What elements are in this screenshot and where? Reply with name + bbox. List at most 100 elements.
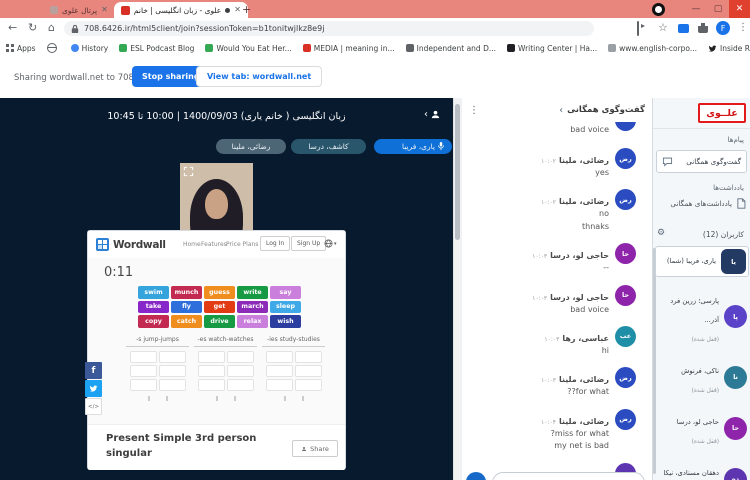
profile-avatar[interactable]: F bbox=[716, 21, 730, 35]
language-globe-icon[interactable]: ▾ bbox=[324, 239, 337, 248]
signup-button[interactable]: Sign Up bbox=[291, 236, 327, 251]
answer-slot[interactable] bbox=[129, 365, 157, 377]
nav-price-plans[interactable]: Price Plans bbox=[226, 241, 258, 248]
answer-slot[interactable] bbox=[294, 365, 322, 377]
bookmark-item[interactable]: Independent and D... bbox=[405, 44, 496, 53]
word-chip[interactable]: sleep bbox=[270, 300, 301, 313]
nav-features[interactable]: Features bbox=[201, 241, 227, 248]
talker-pill-active[interactable]: یاری، فریبا bbox=[374, 139, 452, 154]
embed-code-icon[interactable]: </> bbox=[85, 398, 102, 415]
word-chip[interactable]: catch bbox=[171, 315, 202, 328]
back-icon[interactable]: ← bbox=[8, 22, 17, 33]
webcam-fullscreen-icon[interactable] bbox=[183, 166, 194, 177]
avatar: حا bbox=[615, 243, 636, 265]
bookmark-item[interactable]: Inside Rea... bbox=[708, 44, 750, 53]
answer-slot[interactable] bbox=[129, 351, 157, 363]
talker-pill[interactable]: رضائی، ملینا bbox=[216, 139, 286, 154]
close-tab-icon[interactable]: ✕ bbox=[101, 6, 108, 14]
tab-class-active[interactable]: علوی - زبان انگلیسی | خانم یار ✕ bbox=[114, 2, 248, 18]
nav-home[interactable]: Home bbox=[183, 241, 201, 248]
answer-slot[interactable] bbox=[265, 379, 293, 391]
word-chip[interactable]: say bbox=[270, 286, 301, 299]
chat-scrollbar-thumb[interactable] bbox=[455, 104, 460, 240]
view-tab-button[interactable]: View tab: wordwall.net bbox=[196, 66, 323, 87]
answer-slot[interactable] bbox=[197, 365, 225, 377]
answer-slot[interactable] bbox=[226, 351, 254, 363]
message-text: hi bbox=[601, 345, 609, 355]
answer-slot[interactable] bbox=[226, 365, 254, 377]
user-row[interactable]: حا حاجی لو، درسا (قفل شده) bbox=[655, 407, 749, 449]
users-settings-gear-icon[interactable]: ⚙ bbox=[657, 228, 665, 238]
user-row[interactable]: پا پارسی؛ زرین فرد آذر... (قفل شده) bbox=[655, 286, 749, 347]
answer-slot[interactable] bbox=[158, 351, 186, 363]
minimize-button[interactable]: — bbox=[685, 0, 707, 18]
word-chip[interactable]: swim bbox=[138, 286, 169, 299]
home-icon[interactable]: ⌂ bbox=[48, 22, 55, 33]
answer-slot[interactable] bbox=[158, 365, 186, 377]
tab-share-icon[interactable] bbox=[678, 24, 689, 33]
answer-slot[interactable] bbox=[158, 379, 186, 391]
chat-message-input[interactable] bbox=[492, 472, 645, 480]
tab-media-indicator-icon bbox=[225, 7, 231, 13]
answer-slot[interactable] bbox=[265, 365, 293, 377]
new-tab-button[interactable]: + bbox=[242, 3, 251, 16]
bookmark-apps[interactable]: Apps bbox=[6, 44, 36, 53]
tab-portal[interactable]: پرتال علوی ✕ bbox=[44, 2, 114, 18]
close-tab-icon[interactable]: ✕ bbox=[234, 6, 241, 14]
address-bar[interactable]: 708.6426.ir/html5client/join?sessionToke… bbox=[64, 21, 594, 36]
bookmarks-bar: Apps History ESL Podcast Blog Would You … bbox=[0, 39, 750, 58]
word-chip[interactable]: march bbox=[237, 300, 268, 313]
word-chip[interactable]: take bbox=[138, 300, 169, 313]
word-chip[interactable]: write bbox=[237, 286, 268, 299]
wordwall-logo[interactable]: Wordwall bbox=[96, 238, 166, 251]
sidebar-item-public-chat[interactable]: گفت‌وگوی همگانی bbox=[656, 150, 747, 173]
toggle-userlist-icon[interactable]: ‹ bbox=[424, 109, 441, 120]
refresh-icon[interactable]: ↻ bbox=[28, 22, 37, 33]
site-icon bbox=[302, 44, 311, 52]
bookmark-item[interactable]: Would You Eat Her... bbox=[205, 44, 292, 53]
word-chip[interactable]: fly bbox=[171, 300, 202, 313]
word-chip[interactable]: guess bbox=[204, 286, 235, 299]
bookmark-item[interactable]: Writing Center | Ha... bbox=[507, 44, 597, 53]
facebook-icon[interactable]: f bbox=[85, 362, 102, 379]
chat-message: حا حاجی لو، درسا۱۰:۰۳ -- bbox=[470, 243, 636, 274]
bookmark-item[interactable]: www.english-corpo... bbox=[608, 44, 697, 53]
user-row[interactable]: نا ناکی، فرنوش (قفل شده) bbox=[655, 356, 749, 398]
talker-pill[interactable]: کاشف، درسا bbox=[291, 139, 366, 154]
sender-name: عباسی، رها bbox=[562, 333, 609, 343]
user-row-you[interactable]: یا یاری، فریبا (شما) bbox=[655, 246, 749, 277]
login-button[interactable]: Log In bbox=[260, 236, 291, 251]
bookmark-item[interactable]: MEDIA | meaning in... bbox=[302, 44, 395, 53]
bookmark-history[interactable]: History bbox=[70, 44, 108, 53]
bookmark-item[interactable]: ESL Podcast Blog bbox=[119, 44, 194, 53]
user-row[interactable]: ده دهقان مسنادی، نیکا(قفل شده) bbox=[655, 458, 749, 480]
answer-slot[interactable] bbox=[294, 351, 322, 363]
answer-slot[interactable] bbox=[226, 379, 254, 391]
sidebar-item-shared-notes[interactable]: یادداشت‌های همگانی bbox=[670, 198, 746, 209]
word-chip[interactable]: relax bbox=[237, 315, 268, 328]
word-chip[interactable]: wish bbox=[270, 315, 301, 328]
extensions-icon[interactable] bbox=[698, 23, 708, 33]
answer-slot[interactable] bbox=[197, 379, 225, 391]
close-window-button[interactable]: ✕ bbox=[729, 0, 750, 18]
collapse-chat-icon[interactable]: ‹ bbox=[559, 105, 563, 116]
browser-menu-icon[interactable]: ⋮ bbox=[738, 22, 748, 33]
bookmark-star-icon[interactable]: ☆ bbox=[658, 22, 668, 33]
answer-slot[interactable] bbox=[197, 351, 225, 363]
twitter-icon[interactable] bbox=[85, 380, 102, 397]
word-chip[interactable]: copy bbox=[138, 315, 169, 328]
word-chip[interactable]: drive bbox=[204, 315, 235, 328]
answer-slot[interactable] bbox=[265, 351, 293, 363]
word-chip[interactable]: munch bbox=[171, 286, 202, 299]
maximize-button[interactable]: ▢ bbox=[707, 0, 729, 18]
media-control-icon[interactable] bbox=[637, 21, 639, 36]
answer-slot[interactable] bbox=[129, 379, 157, 391]
bookmark-globe[interactable] bbox=[46, 43, 60, 53]
screen-record-icon[interactable] bbox=[652, 3, 665, 16]
share-activity-button[interactable]: Share bbox=[292, 440, 338, 457]
word-chip[interactable]: get bbox=[204, 300, 235, 313]
message-time: ۱۰:۰۳ bbox=[532, 294, 548, 302]
chat-options-icon[interactable]: ⋮ bbox=[469, 105, 479, 116]
user-name: ناکی، فرنوش bbox=[681, 367, 719, 375]
answer-slot[interactable] bbox=[294, 379, 322, 391]
